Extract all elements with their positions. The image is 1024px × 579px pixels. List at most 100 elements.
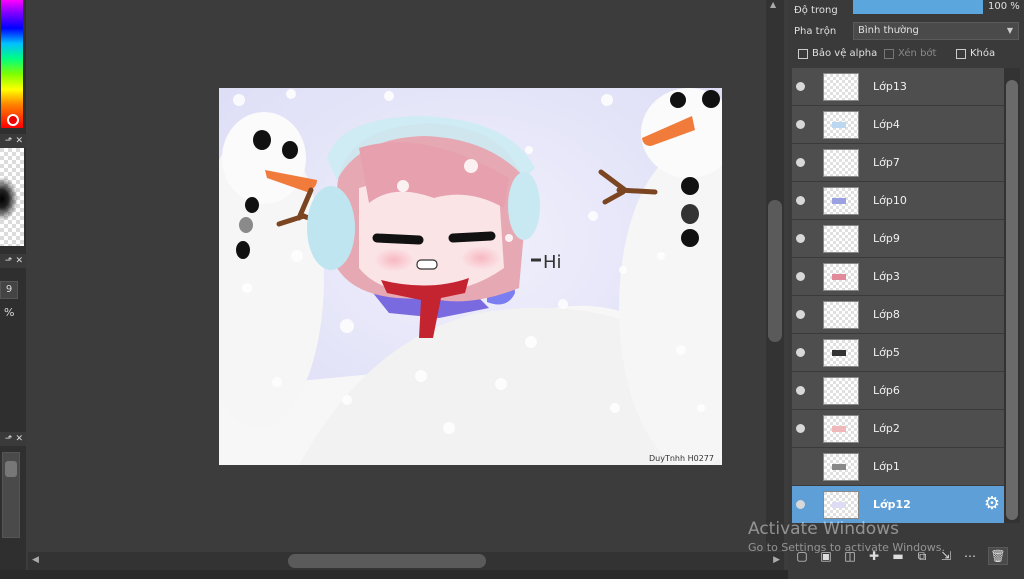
new-halftone-layer-icon[interactable]: ▣: [816, 547, 836, 565]
hue-picker-handle[interactable]: [7, 114, 19, 126]
checkbox-box[interactable]: [798, 48, 808, 59]
clip-label: Xén bớt: [898, 48, 937, 59]
layer-thumbnail: [823, 186, 859, 215]
layer-name: Lớp10: [873, 194, 907, 207]
lock-label: Khóa: [970, 48, 996, 59]
panel-float-icon[interactable]: ⬏: [5, 254, 13, 268]
settings-gear-icon[interactable]: ⚙: [984, 495, 1000, 513]
blend-mode-select[interactable]: Bình thường ▼: [853, 22, 1019, 40]
scroll-up-icon[interactable]: ▲: [770, 0, 776, 9]
layer-list-scrollbar[interactable]: [1004, 68, 1020, 523]
horizontal-scroll-thumb[interactable]: [288, 554, 486, 568]
visibility-eye-icon[interactable]: [792, 310, 809, 319]
left-panel-scrollbar[interactable]: [2, 452, 20, 538]
layer-name: Lớp4: [873, 118, 900, 131]
layer-name: Lớp13: [873, 80, 907, 93]
layer-name: Lớp2: [873, 422, 900, 435]
trash-icon[interactable]: 🗑: [988, 547, 1008, 565]
brush-size-field[interactable]: 9: [0, 281, 18, 299]
layer-row[interactable]: Lớp7: [792, 144, 1004, 181]
layer-name: Lớp1: [873, 460, 900, 473]
layer-thumbnail: [823, 414, 859, 443]
visibility-eye-icon[interactable]: [792, 462, 809, 471]
canvas-horizontal-scrollbar[interactable]: ◀ ▶: [28, 552, 784, 570]
size-panel-header: ⬏ ✕: [0, 254, 26, 268]
new-layer-mask-icon[interactable]: ◫: [840, 547, 860, 565]
layers-panel: Độ trong 100 % Pha trộn Bình thường ▼ Bả…: [788, 0, 1024, 579]
clip-checkbox[interactable]: Xén bớt: [884, 48, 936, 59]
layer-scroll-thumb[interactable]: [1006, 80, 1018, 520]
visibility-eye-icon[interactable]: [792, 82, 809, 91]
scroll-right-icon[interactable]: ▶: [773, 555, 780, 565]
visibility-eye-icon[interactable]: [792, 234, 809, 243]
layer-thumbnail: [823, 148, 859, 177]
layer-toolbar: ▢ ▣ ◫ ✚ ▬ ⧉ ⇲ ⋯ 🗑: [792, 546, 1022, 566]
chevron-down-icon: ▼: [1006, 26, 1013, 35]
panel-float-icon[interactable]: ⬏: [5, 432, 13, 446]
opacity-percent-label: %: [4, 306, 15, 319]
protect-alpha-label: Bảo vệ alpha: [812, 48, 878, 59]
visibility-eye-icon[interactable]: [792, 500, 809, 509]
blend-mode-label: Pha trộn: [794, 25, 837, 37]
new-layer-icon[interactable]: ▢: [792, 547, 812, 565]
panel-float-icon[interactable]: ⬏: [5, 134, 13, 148]
visibility-eye-icon[interactable]: [792, 120, 809, 129]
merge-down-icon[interactable]: ⇲: [936, 547, 956, 565]
canvas-vertical-scrollbar[interactable]: ▲: [766, 0, 784, 550]
blend-mode-value: Bình thường: [858, 25, 919, 36]
layer-row[interactable]: Lớp9: [792, 220, 1004, 257]
opacity-value: 100 %: [988, 1, 1020, 12]
layer-list: Lớp13 Lớp4 Lớp7 Lớp10 Lớp9 Lớp3 Lớp8 Lớp5 Lớp6 Lớ…: [792, 68, 1004, 523]
checkbox-box[interactable]: [884, 48, 894, 59]
layer-row[interactable]: Lớp12 ⚙: [792, 486, 1004, 523]
visibility-eye-icon[interactable]: [792, 386, 809, 395]
opacity-slider[interactable]: [853, 0, 983, 14]
add-layer-menu-icon[interactable]: ✚: [864, 547, 884, 565]
layer-thumbnail: [823, 452, 859, 481]
checkbox-box[interactable]: [956, 48, 966, 59]
lock-checkbox[interactable]: Khóa: [956, 48, 995, 59]
visibility-eye-icon[interactable]: [792, 348, 809, 357]
paint-app-window: ⬏ ✕ ⬏ ✕ 9 % ⬏ ✕ Hi DuyTnhh H0277 ▲ ◀ ▶ Đ…: [0, 0, 1024, 579]
layer-name: Lớp5: [873, 346, 900, 359]
panel-close-icon[interactable]: ✕: [15, 432, 23, 446]
layer-name: Lớp9: [873, 232, 900, 245]
visibility-eye-icon[interactable]: [792, 196, 809, 205]
move-layer-icon[interactable]: ⋯: [960, 547, 980, 565]
visibility-eye-icon[interactable]: [792, 158, 809, 167]
layer-thumbnail: [823, 110, 859, 139]
status-strip: [0, 570, 790, 579]
duplicate-layer-icon[interactable]: ⧉: [912, 547, 932, 565]
layer-thumbnail: [823, 490, 859, 519]
material-panel-header: ⬏ ✕: [0, 432, 26, 446]
canvas-viewport[interactable]: Hi DuyTnhh H0277: [28, 0, 784, 550]
layer-row[interactable]: Lớp1: [792, 448, 1004, 485]
layer-row[interactable]: Lớp4: [792, 106, 1004, 143]
visibility-eye-icon[interactable]: [792, 424, 809, 433]
hue-color-strip[interactable]: [1, 0, 23, 128]
layer-thumbnail: [823, 338, 859, 367]
layer-name: Lớp7: [873, 156, 900, 169]
layer-row[interactable]: Lớp5: [792, 334, 1004, 371]
layer-name: Lớp3: [873, 270, 900, 283]
panel-close-icon[interactable]: ✕: [15, 134, 23, 148]
brush-preview: [0, 148, 24, 246]
layer-row[interactable]: Lớp6: [792, 372, 1004, 409]
layer-row[interactable]: Lớp13: [792, 68, 1004, 105]
layer-thumbnail: [823, 376, 859, 405]
layer-row[interactable]: Lớp3: [792, 258, 1004, 295]
layer-row[interactable]: Lớp8: [792, 296, 1004, 333]
layer-row[interactable]: Lớp2: [792, 410, 1004, 447]
new-folder-icon[interactable]: ▬: [888, 547, 908, 565]
vertical-scroll-thumb[interactable]: [768, 200, 782, 342]
scroll-thumb[interactable]: [5, 461, 17, 477]
layer-thumbnail: [823, 300, 859, 329]
visibility-eye-icon[interactable]: [792, 272, 809, 281]
panel-close-icon[interactable]: ✕: [15, 254, 23, 268]
layer-row[interactable]: Lớp10: [792, 182, 1004, 219]
layer-name: Lớp6: [873, 384, 900, 397]
protect-alpha-checkbox[interactable]: Bảo vệ alpha: [798, 48, 877, 59]
artwork-canvas[interactable]: Hi DuyTnhh H0277: [219, 88, 722, 465]
artist-signature: DuyTnhh H0277: [649, 454, 714, 463]
scroll-left-icon[interactable]: ◀: [32, 555, 39, 565]
